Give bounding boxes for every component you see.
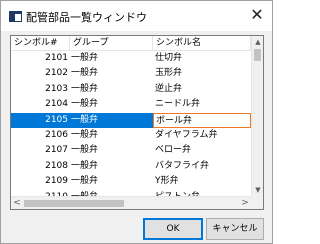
scroll-down-arrow-icon[interactable]: ▼: [252, 184, 263, 196]
table-row[interactable]: 2109 一般弁 Y形弁: [11, 174, 251, 189]
symbol-name-cell: ボール弁: [153, 112, 251, 128]
symbol-name-cell: 玉形弁: [155, 68, 183, 79]
window-title: 配管部品一覧ウィンドウ: [26, 11, 147, 24]
table-row[interactable]: 2104 一般弁 ニードル弁: [11, 97, 251, 112]
ok-button[interactable]: OK: [143, 218, 203, 240]
group-cell: 一般弁: [71, 83, 99, 94]
symbol-number-cell: 2104: [45, 99, 68, 110]
group-cell: 一般弁: [71, 53, 99, 63]
symbol-number-cell: 2108: [45, 160, 68, 171]
symbol-number-cell: 2102: [45, 68, 68, 79]
table-row[interactable]: 2108 一般弁 バタフライ弁: [11, 159, 251, 174]
symbol-name-cell: 仕切弁: [155, 53, 183, 63]
scroll-right-arrow-icon[interactable]: >: [239, 197, 251, 209]
parts-list-window: 配管部品一覧ウィンドウ ✕ シンボル# グループ シンボル名 2101 一般弁 仕切…: [0, 0, 273, 244]
symbol-number-cell: 2101: [45, 53, 68, 63]
table-row[interactable]: 2106 一般弁 ダイヤフラム弁: [11, 128, 251, 143]
column-header-symbol-name[interactable]: シンボル名: [153, 36, 251, 51]
table-row[interactable]: 2105 一般弁 ボール弁: [11, 112, 251, 128]
table-row[interactable]: 2107 一般弁 ベロー弁: [11, 143, 251, 158]
table-row[interactable]: 2102 一般弁 玉形弁: [11, 66, 251, 81]
symbol-name-cell: 逆止弁: [155, 83, 183, 94]
group-cell: 一般弁: [71, 68, 99, 79]
horizontal-scrollbar[interactable]: < >: [11, 196, 251, 209]
symbol-name-cell: ベロー弁: [155, 145, 192, 156]
vertical-scroll-thumb[interactable]: [254, 49, 261, 61]
table-row[interactable]: 2101 一般弁 仕切弁: [11, 51, 251, 66]
symbol-name-cell: バタフライ弁: [155, 160, 210, 171]
symbol-number-cell: 2103: [45, 83, 68, 94]
list-rows: 2101 一般弁 仕切弁 2102 一般弁 玉形弁 2103 一般弁 逆止弁 2104 一般弁 ニード…: [11, 51, 251, 205]
vertical-scrollbar[interactable]: ▲ ▼: [251, 36, 263, 196]
symbol-name-cell: ニードル弁: [155, 99, 201, 110]
symbol-number-cell: 2109: [45, 176, 68, 187]
scrollbar-corner: [251, 196, 263, 209]
symbol-number-cell: 2106: [45, 129, 68, 140]
close-button[interactable]: ✕: [246, 5, 268, 25]
group-cell: 一般弁: [71, 114, 99, 125]
list-header: シンボル# グループ シンボル名: [11, 36, 251, 51]
app-window-icon: [9, 11, 22, 22]
column-header-symbol-number[interactable]: シンボル#: [11, 36, 70, 51]
symbol-name-cell: ダイヤフラム弁: [155, 129, 218, 140]
symbol-name-cell: Y形弁: [155, 176, 179, 187]
group-cell: 一般弁: [71, 160, 99, 171]
symbol-number-cell: 2107: [45, 145, 68, 156]
scroll-up-arrow-icon[interactable]: ▲: [252, 36, 263, 48]
parts-list[interactable]: シンボル# グループ シンボル名 2101 一般弁 仕切弁 2102 一般弁 玉形弁 210…: [10, 35, 264, 210]
symbol-number-cell: 2105: [45, 114, 68, 125]
group-cell: 一般弁: [71, 176, 99, 187]
horizontal-scroll-thumb[interactable]: [24, 200, 124, 207]
table-row[interactable]: 2103 一般弁 逆止弁: [11, 82, 251, 97]
group-cell: 一般弁: [71, 145, 99, 156]
column-header-group[interactable]: グループ: [70, 36, 153, 51]
scroll-left-arrow-icon[interactable]: <: [11, 197, 23, 209]
group-cell: 一般弁: [71, 129, 99, 140]
title-bar[interactable]: 配管部品一覧ウィンドウ ✕: [1, 1, 272, 31]
cancel-button[interactable]: キャンセル: [206, 218, 264, 240]
group-cell: 一般弁: [71, 99, 99, 110]
